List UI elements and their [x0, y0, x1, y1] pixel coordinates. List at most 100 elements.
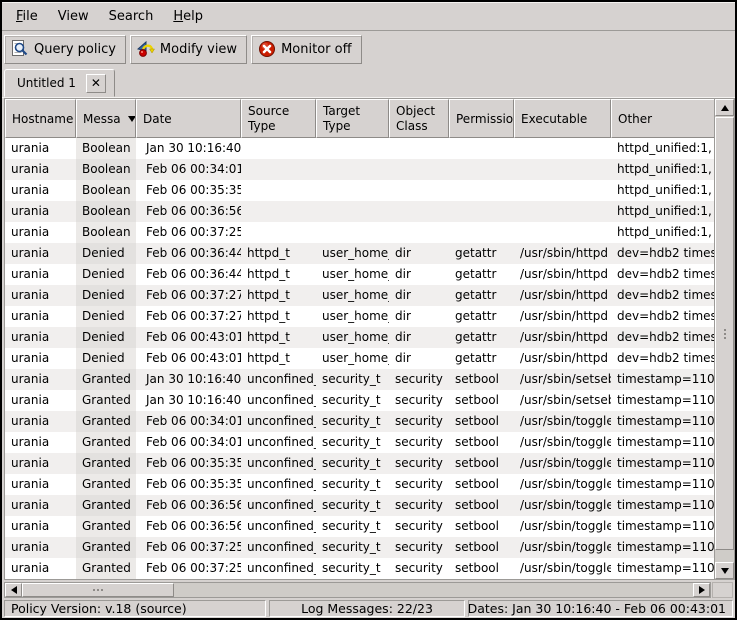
cell-message: Boolean [76, 222, 136, 243]
table-row[interactable]: uraniaBooleanFeb 06 00:36:56httpd_unifie… [5, 201, 714, 222]
tab-untitled-1[interactable]: Untitled 1 ✕ [4, 69, 115, 97]
cell-source [241, 222, 316, 243]
table-row[interactable]: uraniaGrantedFeb 06 00:37:25unconfined_s… [5, 537, 714, 558]
cell-target: security_t [316, 474, 389, 495]
cell-other: httpd_unified:1, h [611, 138, 714, 159]
cell-target: security_t [316, 558, 389, 579]
table-row[interactable]: uraniaDeniedFeb 06 00:36:44httpd_tuser_h… [5, 243, 714, 264]
cell-other: httpd_unified:1, h [611, 159, 714, 180]
cell-object_class: dir [389, 243, 449, 264]
cell-message: Granted [76, 537, 136, 558]
table-row[interactable]: uraniaGrantedFeb 06 00:37:25unconfined_s… [5, 558, 714, 579]
menu-search[interactable]: Search [99, 4, 164, 29]
column-header-other[interactable]: Other [611, 99, 714, 138]
table-body: uraniaBooleanJan 30 10:16:40httpd_unifie… [5, 138, 714, 579]
cell-target: user_home_ [316, 306, 389, 327]
cell-hostname: urania [5, 243, 76, 264]
query-policy-label: Query policy [34, 42, 116, 57]
toolbar: Query policy Modify view [2, 31, 735, 67]
table-row[interactable]: uraniaBooleanFeb 06 00:35:35httpd_unifie… [5, 180, 714, 201]
cell-target [316, 222, 389, 243]
vertical-scrollbar[interactable] [714, 98, 735, 580]
cell-target: security_t [316, 495, 389, 516]
cell-message: Boolean [76, 201, 136, 222]
cell-source: unconfined_ [241, 369, 316, 390]
table-row[interactable]: uraniaGrantedJan 30 10:16:40unconfined_s… [5, 369, 714, 390]
sort-descending-icon [128, 116, 136, 122]
cell-object_class [389, 222, 449, 243]
cell-executable: /usr/sbin/setseb [514, 390, 611, 411]
table-row[interactable]: uraniaDeniedFeb 06 00:37:27httpd_tuser_h… [5, 285, 714, 306]
horizontal-scroll-track[interactable] [22, 583, 693, 597]
table-row[interactable]: uraniaBooleanJan 30 10:16:40httpd_unifie… [5, 138, 714, 159]
scroll-up-button[interactable] [715, 99, 734, 116]
tab-close-button[interactable]: ✕ [86, 74, 106, 93]
cell-date: Feb 06 00:36:56 [136, 516, 241, 537]
cell-source [241, 180, 316, 201]
cell-source: httpd_t [241, 327, 316, 348]
table-row[interactable]: uraniaDeniedFeb 06 00:43:01httpd_tuser_h… [5, 348, 714, 369]
table-row[interactable]: uraniaGrantedFeb 06 00:35:35unconfined_s… [5, 474, 714, 495]
cell-hostname: urania [5, 264, 76, 285]
table-row[interactable]: uraniaGrantedFeb 06 00:34:01unconfined_s… [5, 411, 714, 432]
menu-view[interactable]: View [48, 4, 99, 29]
cell-permission: setbool [449, 537, 514, 558]
cell-date: Feb 06 00:35:35 [136, 453, 241, 474]
cell-other: dev=hdb2 timesta [611, 327, 714, 348]
scroll-down-button[interactable] [715, 562, 734, 579]
cell-source: unconfined_ [241, 558, 316, 579]
cell-executable [514, 222, 611, 243]
query-policy-button[interactable]: Query policy [4, 35, 126, 64]
cell-hostname: urania [5, 159, 76, 180]
modify-view-label: Modify view [160, 42, 237, 57]
column-header-permission[interactable]: Permission [449, 99, 514, 138]
cell-hostname: urania [5, 411, 76, 432]
table-row[interactable]: uraniaDeniedFeb 06 00:36:44httpd_tuser_h… [5, 264, 714, 285]
cell-date: Feb 06 00:37:25 [136, 222, 241, 243]
menu-help[interactable]: Help [163, 4, 213, 29]
table-row[interactable]: uraniaGrantedFeb 06 00:34:01unconfined_s… [5, 432, 714, 453]
column-header-date[interactable]: Date [136, 99, 241, 138]
cell-permission: getattr [449, 327, 514, 348]
monitor-off-button[interactable]: Monitor off [251, 35, 361, 64]
vertical-scroll-track[interactable] [715, 116, 734, 562]
table-row[interactable]: uraniaDeniedFeb 06 00:37:27httpd_tuser_h… [5, 306, 714, 327]
arrow-down-icon [721, 568, 729, 574]
column-header-target-type[interactable]: Target Type [316, 99, 389, 138]
table-row[interactable]: uraniaBooleanFeb 06 00:34:01httpd_unifie… [5, 159, 714, 180]
cell-message: Granted [76, 411, 136, 432]
column-header-source-type[interactable]: Source Type [241, 99, 316, 138]
scroll-left-button[interactable] [5, 583, 22, 597]
menu-file[interactable]: File [6, 4, 48, 29]
menu-bar: File View Search Help [2, 2, 735, 31]
column-header-executable[interactable]: Executable [514, 99, 611, 138]
column-header-hostname[interactable]: Hostname [5, 99, 76, 138]
cell-permission: setbool [449, 432, 514, 453]
table-row[interactable]: uraniaBooleanFeb 06 00:37:25httpd_unifie… [5, 222, 714, 243]
cell-message: Granted [76, 432, 136, 453]
cell-message: Granted [76, 453, 136, 474]
table-row[interactable]: uraniaDeniedFeb 06 00:43:01httpd_tuser_h… [5, 327, 714, 348]
table-row[interactable]: uraniaGrantedJan 30 10:16:40unconfined_s… [5, 390, 714, 411]
cell-permission [449, 138, 514, 159]
scroll-right-button[interactable] [693, 583, 710, 597]
table-row[interactable]: uraniaGrantedFeb 06 00:36:56unconfined_s… [5, 495, 714, 516]
cell-message: Denied [76, 306, 136, 327]
cell-target: user_home_ [316, 264, 389, 285]
cell-target: security_t [316, 537, 389, 558]
horizontal-scrollbar[interactable] [4, 582, 711, 598]
cell-date: Feb 06 00:43:01 [136, 348, 241, 369]
horizontal-scroll-thumb[interactable] [22, 583, 174, 597]
cell-date: Feb 06 00:37:25 [136, 558, 241, 579]
column-header-message[interactable]: Messa [76, 99, 136, 138]
modify-view-button[interactable]: Modify view [130, 35, 247, 64]
column-header-object-class[interactable]: Object Class [389, 99, 449, 138]
table-row[interactable]: uraniaGrantedFeb 06 00:36:56unconfined_s… [5, 516, 714, 537]
cell-object_class [389, 201, 449, 222]
cell-source: httpd_t [241, 264, 316, 285]
table-row[interactable]: uraniaGrantedFeb 06 00:35:35unconfined_s… [5, 453, 714, 474]
cell-message: Denied [76, 243, 136, 264]
cell-hostname: urania [5, 369, 76, 390]
cell-object_class: security [389, 495, 449, 516]
vertical-scroll-thumb[interactable] [715, 117, 734, 550]
